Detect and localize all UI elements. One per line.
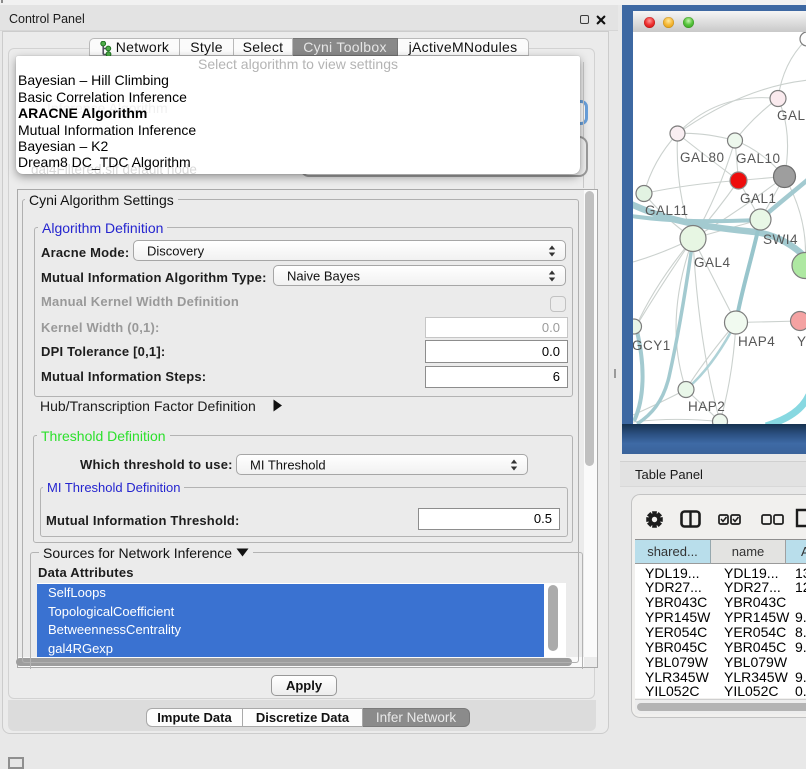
svg-text:SWI4: SWI4 xyxy=(763,232,798,247)
svg-text:GAL11: GAL11 xyxy=(645,203,689,218)
svg-text:GAL80: GAL80 xyxy=(680,150,725,165)
svg-text:GCY1: GCY1 xyxy=(633,338,671,353)
svg-text:HAP2: HAP2 xyxy=(688,399,725,414)
svg-text:YE: YE xyxy=(797,334,806,349)
svg-text:GAL4: GAL4 xyxy=(694,255,731,270)
svg-text:GAL10: GAL10 xyxy=(736,151,781,166)
svg-text:GAL7: GAL7 xyxy=(777,108,806,123)
svg-text:GAL1: GAL1 xyxy=(740,191,777,206)
svg-text:HAP4: HAP4 xyxy=(738,334,775,349)
